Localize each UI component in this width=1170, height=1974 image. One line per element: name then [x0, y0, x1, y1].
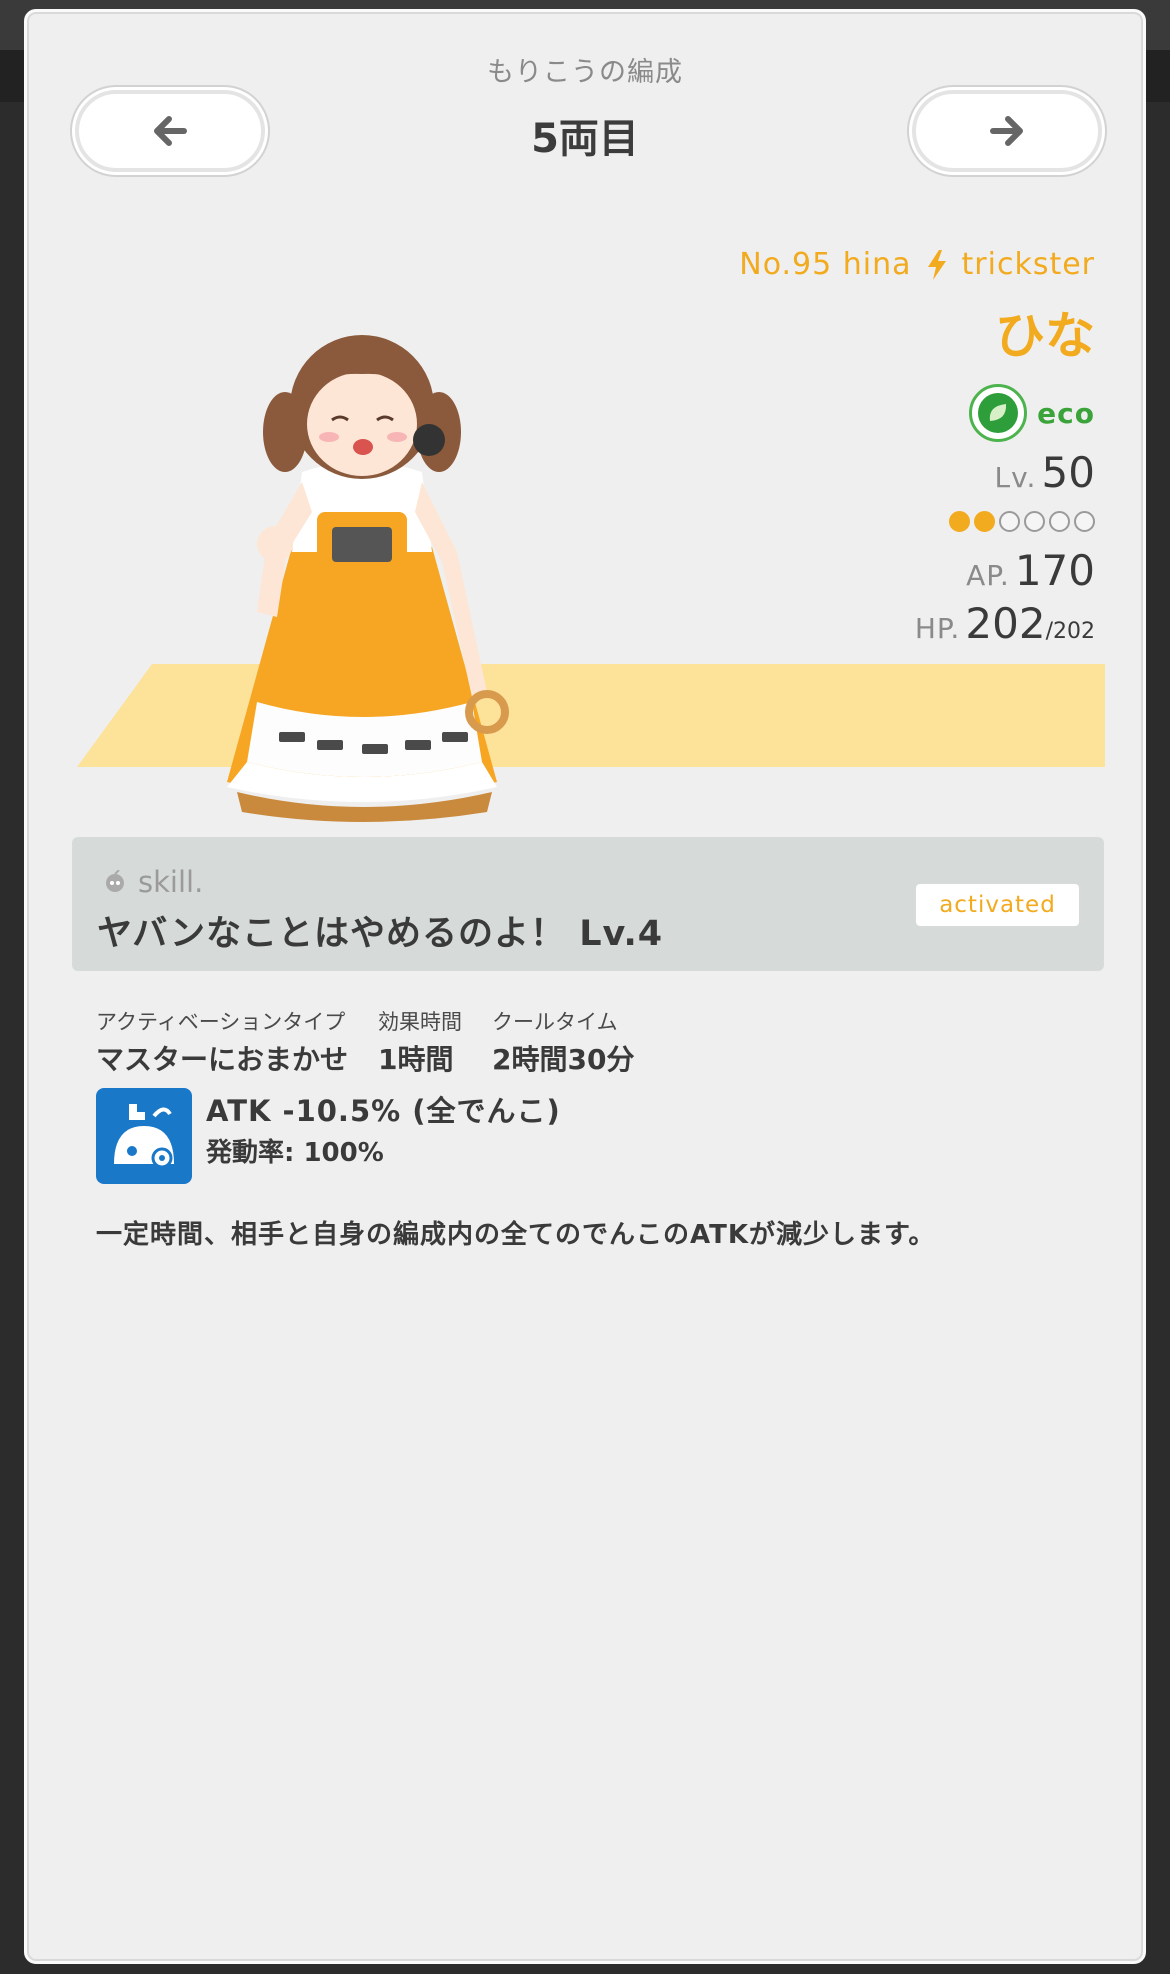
duration-value: 1時間: [378, 1043, 454, 1076]
character-illustration[interactable]: [197, 312, 527, 822]
level-label: Lv.: [994, 461, 1037, 494]
rank-dot-filled: [949, 511, 970, 532]
activation-type-label: アクティベーションタイプ: [96, 1010, 346, 1034]
character-type: trickster: [961, 247, 1095, 282]
rank-dot-empty: [999, 511, 1020, 532]
rank-dot-empty: [1074, 511, 1095, 532]
next-car-button[interactable]: [912, 90, 1102, 172]
effect-main-text: ATK -10.5% (全でんこ): [206, 1094, 561, 1128]
atk-down-icon: [96, 1088, 192, 1184]
character-number: No.95 hina: [739, 247, 912, 282]
skill-icon: [106, 870, 124, 892]
skill-panel[interactable]: skill. ヤバンなことはやめるのよ！ Lv.4 activated: [72, 837, 1104, 971]
cooldown-label: クールタイム: [492, 1010, 618, 1034]
skill-effect: ATK -10.5% (全でんこ) 発動率: 100%: [96, 1088, 561, 1184]
ap-value: 170: [1014, 546, 1095, 595]
hp-value: 202: [965, 599, 1046, 648]
attribute-label: eco: [1037, 396, 1095, 430]
character-name: ひな: [995, 307, 1095, 365]
arrow-left-icon: [154, 116, 187, 146]
rank-dots: [495, 511, 1095, 532]
skill-info: アクティベーションタイプ マスターにおまかせ 効果時間 1時間 クールタイム 2…: [96, 1006, 664, 1078]
lightning-icon: [927, 249, 946, 280]
skill-status-badge: activated: [916, 884, 1079, 926]
duration-label: 効果時間: [378, 1010, 463, 1034]
skill-tag-label: skill.: [138, 865, 204, 899]
rank-dot-empty: [1024, 511, 1045, 532]
ap-label: AP.: [966, 559, 1010, 592]
eco-attribute-icon: [969, 384, 1028, 442]
prev-car-button[interactable]: [75, 90, 265, 172]
effect-rate-text: 発動率: 100%: [206, 1138, 384, 1168]
rank-dot-filled: [974, 511, 995, 532]
skill-description: 一定時間、相手と自身の編成内の全てのでんこのATKが減少します。: [96, 1220, 936, 1250]
activation-type-value: マスターにおまかせ: [96, 1043, 349, 1076]
cooldown-value: 2時間30分: [492, 1043, 635, 1076]
skill-name: ヤバンなことはやめるのよ！ Lv.4: [97, 914, 664, 954]
hp-label: HP.: [914, 612, 961, 645]
hp-max: /202: [1045, 619, 1095, 644]
arrow-right-icon: [990, 116, 1023, 146]
formation-modal: もりこうの編成 5両目 No.95 hina trickster ひな eco …: [24, 9, 1146, 1964]
rank-dot-empty: [1049, 511, 1070, 532]
character-stats: No.95 hina trickster ひな eco Lv. 50 AP. 1…: [495, 247, 1095, 648]
modal-subtitle: もりこうの編成: [487, 57, 683, 88]
level-value: 50: [1041, 448, 1095, 497]
